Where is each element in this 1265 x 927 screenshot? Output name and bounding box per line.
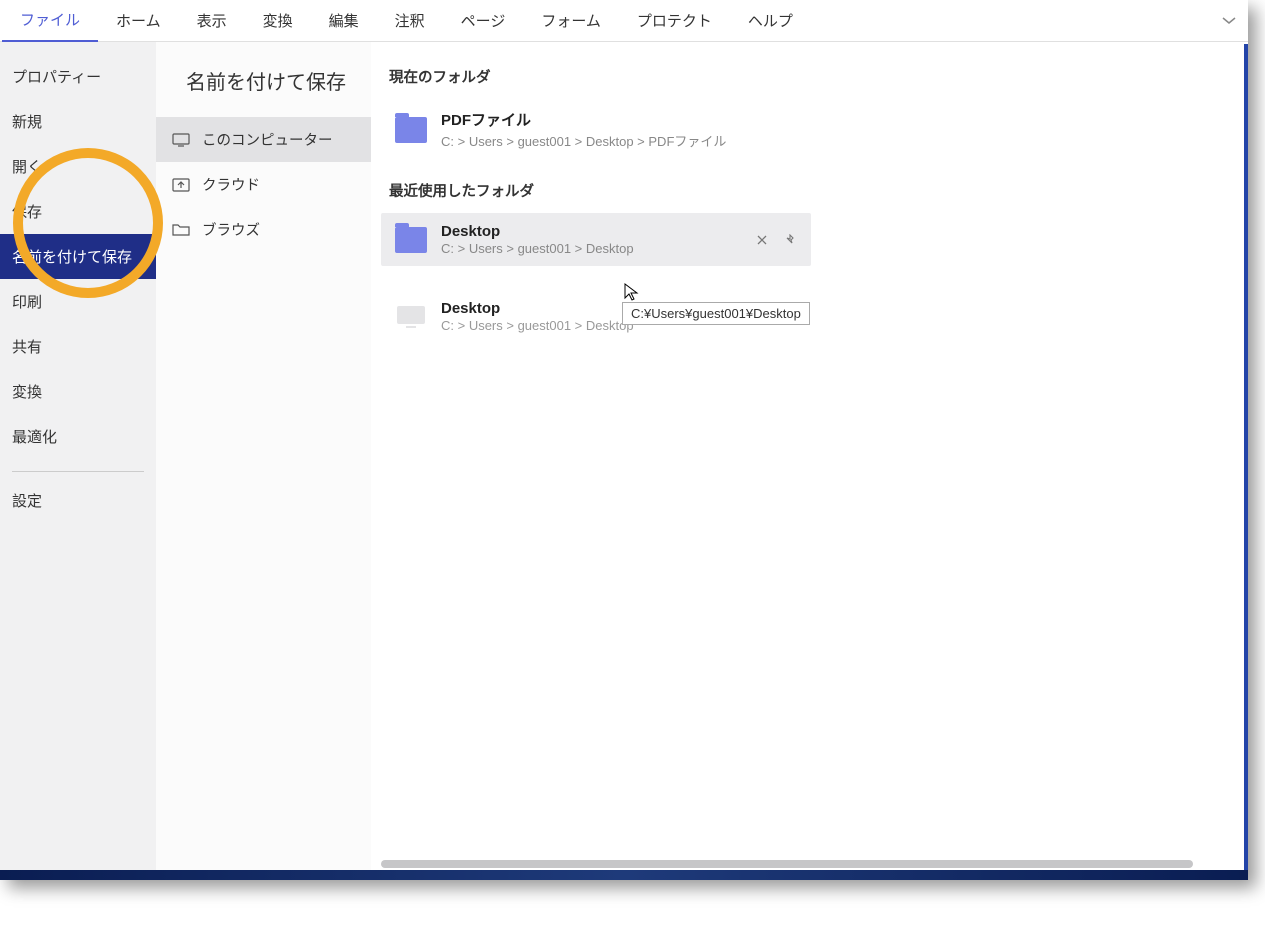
current-folder-row[interactable]: PDFファイル C: > Users > guest001 > Desktop … — [381, 99, 811, 160]
menu-file[interactable]: ファイル — [2, 0, 98, 42]
menu-convert[interactable]: 変換 — [245, 0, 311, 41]
folder-path: C: > Users > guest001 > Desktop > PDFファイ… — [441, 131, 726, 150]
left-sidebar: プロパティー 新規 開く 保存 名前を付けて保存 印刷 共有 変換 最適化 設定 — [0, 42, 156, 880]
sidebar-divider — [12, 471, 144, 472]
pin-icon[interactable] — [783, 233, 797, 247]
sidebar-item-convert-side[interactable]: 変換 — [0, 369, 156, 414]
menu-help[interactable]: ヘルプ — [730, 0, 811, 41]
recent-folder-header: 最近使用したフォルダ — [389, 180, 1238, 201]
window-bottom-bar — [0, 870, 1248, 880]
menu-view[interactable]: 表示 — [179, 0, 245, 41]
menu-bar: ファイル ホーム 表示 変換 編集 注釈 ページ フォーム プロテクト ヘルプ — [0, 0, 1248, 42]
path-tooltip: C:¥Users¥guest001¥Desktop — [622, 302, 810, 325]
sidebar-item-properties[interactable]: プロパティー — [0, 54, 156, 99]
folder-name: Desktop — [441, 223, 634, 240]
folder-path: C: > Users > guest001 > Desktop — [441, 241, 634, 256]
current-folder-header: 現在のフォルダ — [389, 66, 1238, 87]
sidebar-item-optimize[interactable]: 最適化 — [0, 414, 156, 459]
menu-form[interactable]: フォーム — [523, 0, 619, 41]
sidebar-item-save[interactable]: 保存 — [0, 189, 156, 234]
folder-icon — [395, 117, 427, 143]
menu-page[interactable]: ページ — [443, 0, 524, 41]
recent-folder-row[interactable]: Desktop C: > Users > guest001 > Desktop — [381, 213, 811, 266]
sidebar-item-print[interactable]: 印刷 — [0, 279, 156, 324]
monitor-gray-icon — [395, 304, 427, 330]
panel-title: 名前を付けて保存 — [156, 66, 371, 117]
menu-protect[interactable]: プロテクト — [619, 0, 730, 41]
location-label: クラウド — [202, 174, 260, 195]
sidebar-item-new[interactable]: 新規 — [0, 99, 156, 144]
cloud-upload-icon — [172, 178, 190, 192]
scrollbar-thumb[interactable] — [381, 860, 1193, 868]
remove-recent-icon[interactable] — [755, 233, 769, 247]
sidebar-item-share[interactable]: 共有 — [0, 324, 156, 369]
sidebar-item-save-as[interactable]: 名前を付けて保存 — [0, 234, 156, 279]
folder-name: PDFファイル — [441, 109, 726, 130]
monitor-icon — [172, 133, 190, 147]
sidebar-item-open[interactable]: 開く — [0, 144, 156, 189]
folder-icon — [395, 227, 427, 253]
horizontal-scrollbar[interactable] — [381, 860, 1210, 870]
location-this-computer[interactable]: このコンピューター — [156, 117, 371, 162]
location-cloud[interactable]: クラウド — [156, 162, 371, 207]
menu-edit[interactable]: 編集 — [311, 0, 377, 41]
collapse-ribbon-icon[interactable] — [1222, 12, 1236, 28]
location-label: ブラウズ — [202, 219, 260, 240]
menu-comment[interactable]: 注釈 — [377, 0, 443, 41]
sidebar-item-settings[interactable]: 設定 — [0, 478, 156, 523]
save-as-location-column: 名前を付けて保存 このコンピューター クラウド ブラウズ — [156, 42, 371, 880]
window-right-edge — [1244, 44, 1248, 880]
location-browse[interactable]: ブラウズ — [156, 207, 371, 252]
folder-path: C: > Users > guest001 > Desktop — [441, 318, 634, 333]
folder-outline-icon — [172, 223, 190, 237]
folder-name: Desktop — [441, 300, 634, 317]
folder-list-panel: 現在のフォルダ PDFファイル C: > Users > guest001 > … — [371, 42, 1248, 880]
location-label: このコンピューター — [202, 129, 333, 150]
app-window: ファイル ホーム 表示 変換 編集 注釈 ページ フォーム プロテクト ヘルプ … — [0, 0, 1248, 880]
body-row: プロパティー 新規 開く 保存 名前を付けて保存 印刷 共有 変換 最適化 設定… — [0, 42, 1248, 880]
menu-home[interactable]: ホーム — [98, 0, 179, 41]
